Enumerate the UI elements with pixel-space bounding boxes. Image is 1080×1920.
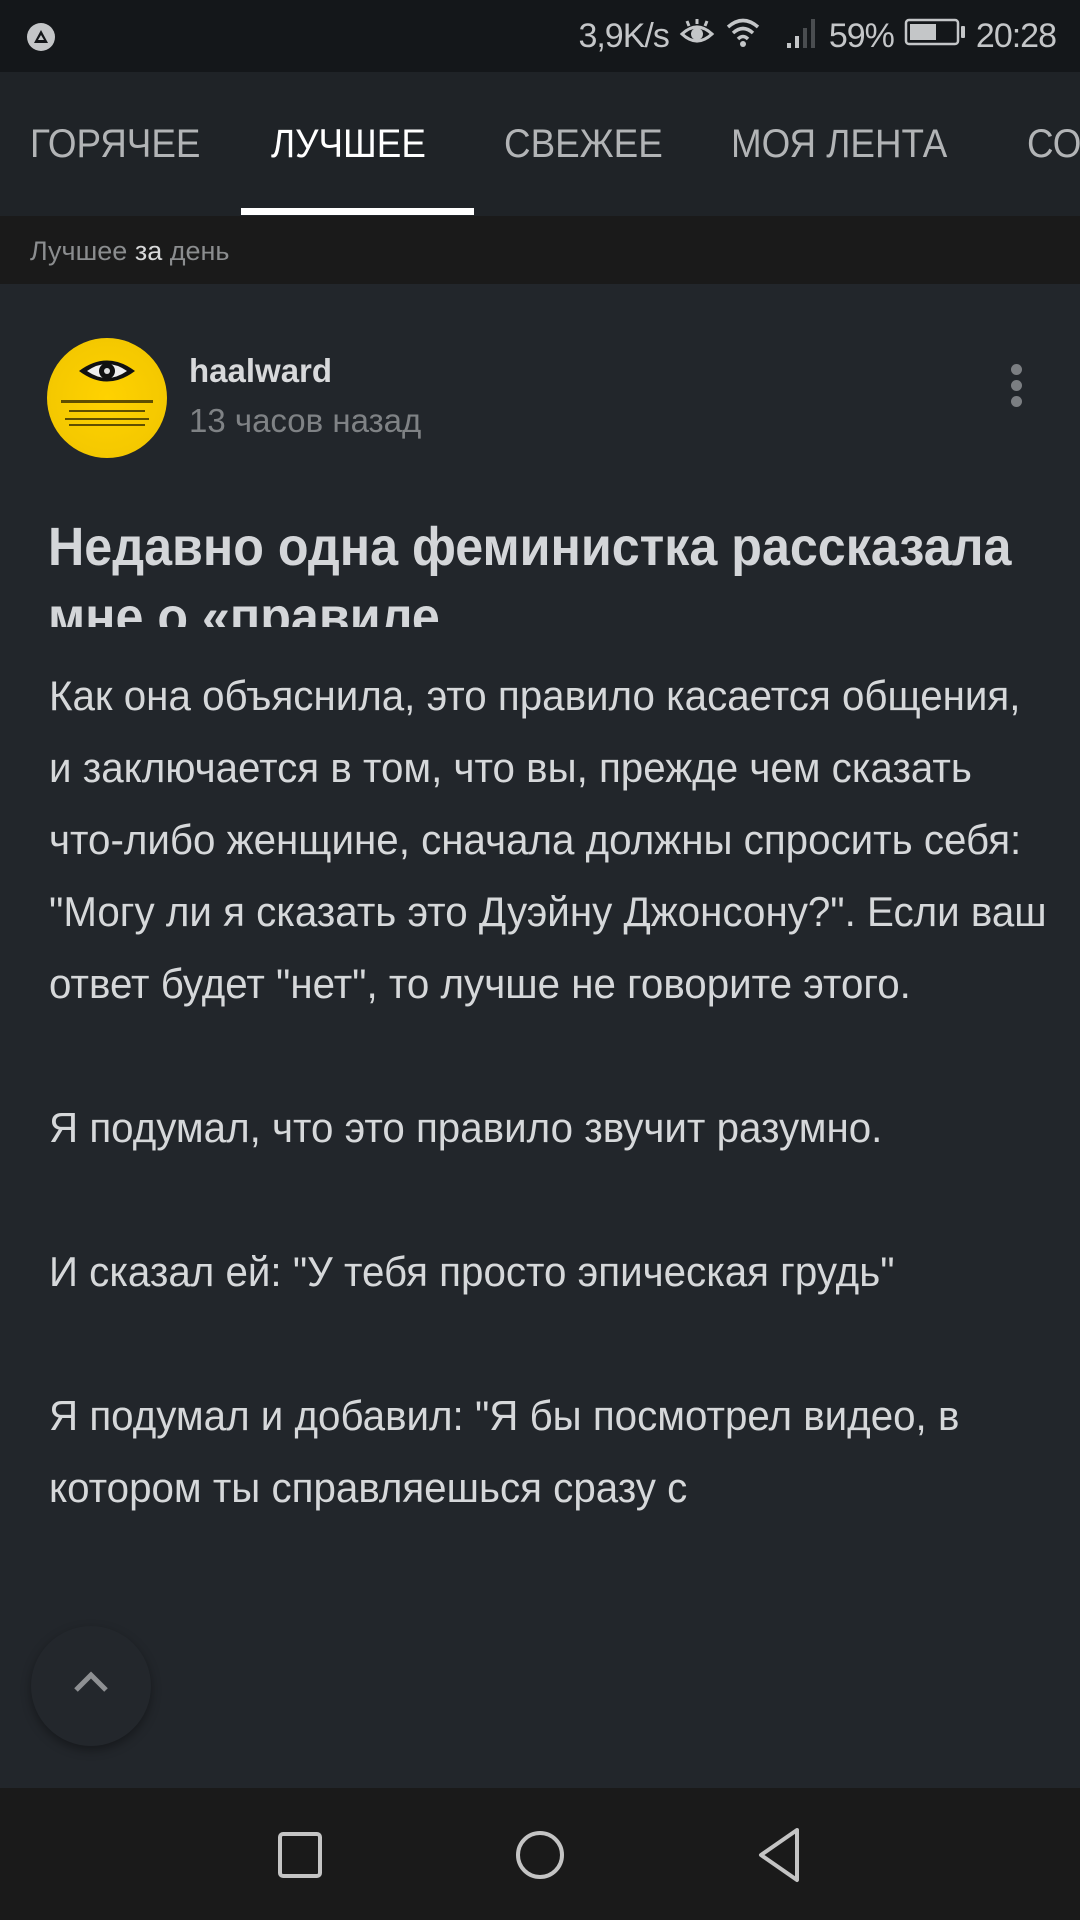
more-options-icon[interactable] [1004,364,1028,414]
post-body: Как она объяснила, это правило касается … [49,660,1047,1596]
signal-icon [785,15,819,58]
battery-percent: 59% [828,16,895,55]
network-speed: 3,9K/s [578,16,669,55]
author-name[interactable]: haalward [189,352,332,390]
post-time: 13 часов назад [189,402,422,439]
filter-label-for: за [134,236,163,266]
status-bar: 3,9K/s 59% 20:28 [0,0,1080,72]
tab-my-feed[interactable]: МОЯ ЛЕНТА [731,72,947,216]
tab-communities[interactable]: СООБЩЕСТВА [1027,72,1080,216]
filter-label-period[interactable]: день [170,236,230,266]
post-title[interactable]: Недавно одна феминистка рассказала мне о… [48,512,1025,627]
system-nav-bar [0,1788,1080,1920]
filter-label-best: Лучшее [30,236,128,266]
eye-comfort-icon [679,17,715,56]
author-avatar[interactable] [47,338,167,458]
post-body-container: Как она объяснила, это правило касается … [0,660,1080,1788]
battery-icon [904,17,966,56]
post-paragraph: Я подумал и добавил: "Я бы посмотрел вид… [49,1392,960,1511]
post-paragraph: И сказал ей: "У тебя просто эпическая гр… [49,1248,895,1295]
post-paragraph: Я подумал, что это правило звучит разумн… [49,1104,883,1151]
home-icon[interactable] [513,1820,567,1890]
recent-apps-icon[interactable] [277,1820,323,1890]
post-paragraph: Как она объяснила, это правило касается … [49,672,1047,1007]
feed-tabs: ГОРЯЧЕЕ ЛУЧШЕЕ СВЕЖЕЕ МОЯ ЛЕНТА СООБЩЕСТ… [0,72,1080,216]
eye-logo-icon [79,360,135,382]
pikabu-notification-icon [27,23,55,51]
wifi-icon [725,16,761,57]
post-title-container: Недавно одна феминистка рассказала мне о… [48,512,1048,627]
active-tab-indicator [241,208,474,215]
period-filter[interactable]: Лучшее за день [0,216,1080,284]
tab-best[interactable]: ЛУЧШЕЕ [271,72,426,216]
scroll-to-top-button[interactable] [31,1626,151,1746]
clock: 20:28 [975,16,1057,55]
tab-hot[interactable]: ГОРЯЧЕЕ [30,72,200,216]
chevron-up-icon [74,1671,108,1692]
back-icon[interactable] [755,1820,803,1890]
tab-fresh[interactable]: СВЕЖЕЕ [504,72,663,216]
